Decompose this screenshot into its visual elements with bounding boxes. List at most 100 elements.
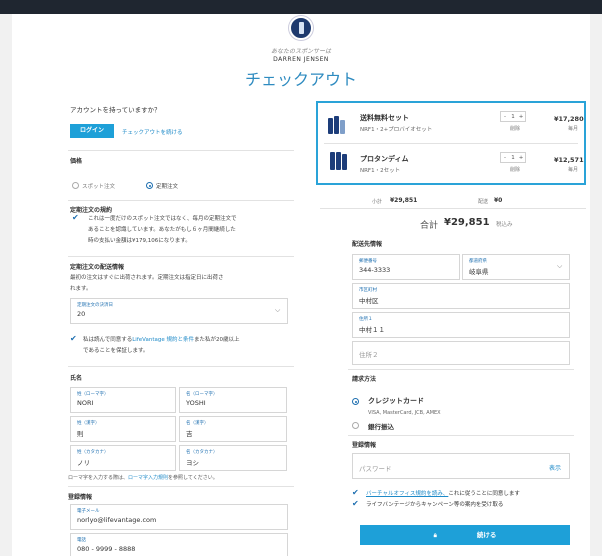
address2-placeholder: 住所２ bbox=[359, 351, 379, 359]
contract-text-2: あることを認識しています。あなたがもし６ヶ月間継続した bbox=[88, 227, 236, 233]
billing-date-select[interactable]: 定期注文の決済日 20 ⌵ bbox=[70, 298, 288, 324]
product-image bbox=[330, 152, 352, 170]
first-name-kana-label: 名（カタカナ） bbox=[186, 450, 218, 455]
office-terms-checkbox[interactable]: ✔ bbox=[352, 489, 359, 497]
terms-text: 私は読んで同意するLifeVantage 規約と条件また私が20歳以上 bbox=[83, 335, 240, 343]
spot-order-radio[interactable] bbox=[72, 182, 79, 189]
last-name-kana-label: 姓（カタカナ） bbox=[77, 450, 109, 455]
remove-link[interactable]: 削除 bbox=[510, 125, 520, 132]
romaji-note: ローマ字を入力する際は、ローマ字入力規則を参照してください。 bbox=[68, 474, 218, 481]
email-label: 電子メール bbox=[77, 509, 100, 514]
phone-label: 電話 bbox=[77, 538, 86, 543]
city-value: 中村区 bbox=[359, 297, 379, 305]
last-name-kana-field[interactable]: 姓（カタカナ） ノリ bbox=[70, 445, 176, 471]
show-password-link[interactable]: 表示 bbox=[549, 463, 561, 472]
terms-text-2: であることを保証します。 bbox=[83, 348, 149, 354]
campaign-checkbox[interactable]: ✔ bbox=[352, 500, 359, 508]
minus-icon[interactable]: - bbox=[501, 155, 509, 161]
divider bbox=[348, 369, 574, 370]
last-name-kana-value: ノリ bbox=[77, 459, 90, 467]
address1-label: 住所１ bbox=[359, 317, 373, 322]
office-terms-text: バーチャルオフィス規約を読み、これに従うことに同意します bbox=[366, 489, 520, 497]
divider bbox=[68, 200, 294, 201]
first-name-kanji-field[interactable]: 名（漢字） 吉 bbox=[179, 416, 287, 442]
divider bbox=[348, 435, 574, 436]
cart-item-price: ¥12,571 bbox=[554, 156, 584, 164]
subtotal-label: 小計 bbox=[372, 199, 383, 205]
lock-icon: 🔒︎ bbox=[433, 532, 437, 539]
password-field[interactable]: パスワード 表示 bbox=[352, 453, 570, 479]
romaji-note-prefix: ローマ字を入力する際は、 bbox=[68, 475, 129, 481]
quantity-value: 1 bbox=[511, 113, 515, 120]
shipping-heading: 配送先情報 bbox=[352, 241, 383, 248]
last-name-roman-value: NORI bbox=[77, 399, 94, 407]
divider bbox=[68, 256, 294, 257]
address2-field[interactable]: 住所２ bbox=[352, 341, 570, 365]
prefecture-label: 都道府県 bbox=[469, 259, 487, 264]
phone-field[interactable]: 電話 080 - 9999 - 8888 bbox=[70, 533, 288, 556]
address1-field[interactable]: 住所１ 中村１１ bbox=[352, 312, 570, 338]
email-field[interactable]: 電子メール norlyo@lifevantage.com bbox=[70, 504, 288, 530]
delivery-text-1: 最初の注文はすぐに出荷されます。定期注文は指定日に出荷さ bbox=[70, 275, 224, 281]
first-name-kana-field[interactable]: 名（カタカナ） ヨシ bbox=[179, 445, 287, 471]
campaign-text: ライフバンテージからキャンペーン等の案内を受け取る bbox=[366, 502, 504, 508]
bank-transfer-label: 銀行振込 bbox=[368, 423, 394, 431]
divider bbox=[68, 486, 294, 487]
price-heading: 価格 bbox=[70, 158, 83, 165]
divider bbox=[68, 366, 294, 367]
continue-checkout-link[interactable]: チェックアウトを続ける bbox=[122, 128, 183, 136]
contract-text-1: これは一度だけのスポット注文ではなく、毎月の定期注文で bbox=[88, 216, 237, 222]
total-label: 合計 bbox=[420, 221, 439, 231]
bank-transfer-radio[interactable] bbox=[352, 422, 359, 429]
credit-card-radio[interactable] bbox=[352, 398, 359, 405]
divider bbox=[68, 150, 294, 151]
contract-checkbox[interactable]: ✔ bbox=[72, 214, 79, 222]
remove-link[interactable]: 削除 bbox=[510, 166, 520, 173]
office-terms-link[interactable]: バーチャルオフィス規約を読み、 bbox=[366, 491, 448, 497]
city-label: 市区町村 bbox=[359, 288, 377, 293]
first-name-kanji-label: 名（漢字） bbox=[186, 421, 209, 426]
total-value: ¥29,851 bbox=[444, 217, 490, 228]
cart-item-frequency: 毎月 bbox=[568, 126, 579, 132]
prefecture-select[interactable]: 都道府県 岐阜県 ⌵ bbox=[462, 254, 570, 280]
quantity-stepper[interactable]: -1 + bbox=[500, 152, 526, 163]
login-info-heading: 登録情報 bbox=[352, 442, 377, 449]
city-field[interactable]: 市区町村 中村区 bbox=[352, 283, 570, 309]
account-question: アカウントを持っていますか？ bbox=[70, 106, 161, 114]
terms-checkbox[interactable]: ✔ bbox=[70, 335, 77, 343]
subscription-label: 定期注文 bbox=[156, 184, 179, 190]
spot-order-label: スポット注文 bbox=[82, 184, 116, 190]
delivery-heading: 定期注文の配送情報 bbox=[70, 264, 125, 271]
prefecture-value: 岐阜県 bbox=[469, 268, 489, 276]
continue-button[interactable]: 🔒︎ 続ける bbox=[360, 525, 570, 545]
plus-icon[interactable]: + bbox=[517, 155, 525, 161]
shipping-value: ¥0 bbox=[494, 197, 503, 204]
sponsor-label: あなたのスポンサーは bbox=[270, 48, 331, 55]
zip-field[interactable]: 郵便番号 344-3333 bbox=[352, 254, 460, 280]
last-name-kanji-field[interactable]: 姓（漢字） 則 bbox=[70, 416, 176, 442]
last-name-roman-label: 姓（ローマ字） bbox=[77, 392, 109, 397]
divider bbox=[324, 143, 578, 144]
contract-text-3: 時の支払い金額は¥179,106になります。 bbox=[88, 238, 191, 244]
zip-value: 344-3333 bbox=[359, 266, 391, 274]
sponsor-avatar bbox=[289, 16, 313, 40]
phone-value: 080 - 9999 - 8888 bbox=[77, 545, 136, 553]
shipping-label: 配送 bbox=[478, 199, 489, 205]
page-title: チェックアウト bbox=[244, 70, 357, 89]
subscription-radio[interactable] bbox=[146, 182, 153, 189]
plus-icon[interactable]: + bbox=[517, 114, 525, 120]
cart-item-sub: NRF1・2セット bbox=[360, 168, 401, 174]
login-button[interactable]: ログイン bbox=[70, 124, 114, 138]
tax-included-label: 税込み bbox=[496, 222, 513, 228]
first-name-kanji-value: 吉 bbox=[186, 430, 193, 438]
cart-item-frequency: 毎月 bbox=[568, 167, 579, 173]
romaji-rules-link[interactable]: ローマ字入力規則 bbox=[128, 475, 168, 481]
last-name-roman-field[interactable]: 姓（ローマ字） NORI bbox=[70, 387, 176, 413]
billing-date-value: 20 bbox=[77, 310, 86, 318]
terms-link[interactable]: LifeVantage 規約と条件 bbox=[132, 337, 194, 343]
minus-icon[interactable]: - bbox=[501, 114, 509, 120]
chevron-down-icon: ⌵ bbox=[275, 306, 281, 314]
quantity-stepper[interactable]: -1 + bbox=[500, 111, 526, 122]
credit-card-brands: VISA, MasterCard, JCB, AMEX bbox=[368, 410, 441, 416]
first-name-roman-field[interactable]: 名（ローマ字） YOSHI bbox=[179, 387, 287, 413]
